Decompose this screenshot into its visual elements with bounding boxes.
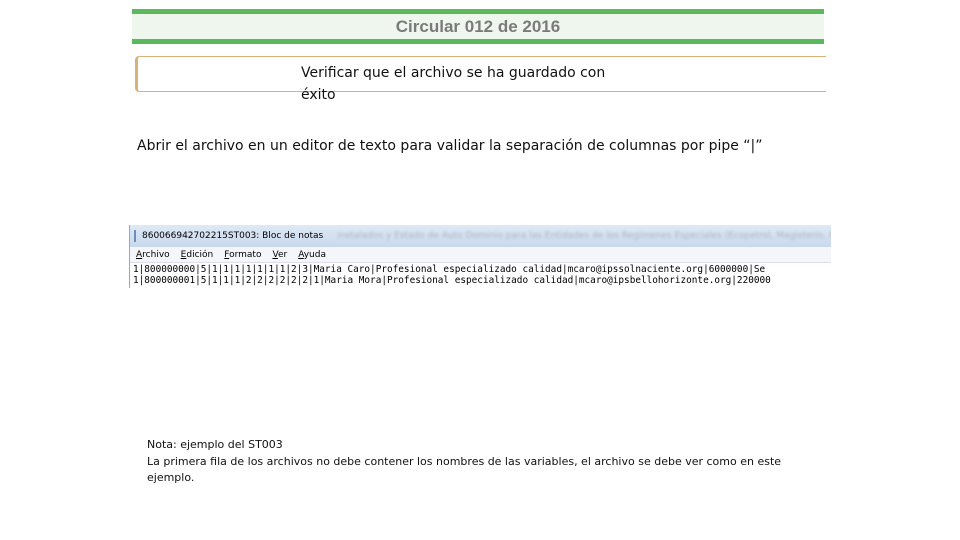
text-line: 1|800000001|5|1|1|1|2|2|2|2|2|2|1|Maria … xyxy=(133,274,771,286)
notepad-menubar: Archivo Edición Formato Ver Ayuda xyxy=(130,247,831,263)
notepad-screenshot: 860066942702215ST003: Bloc de notas inst… xyxy=(129,225,831,288)
page-title: Circular 012 de 2016 xyxy=(395,16,561,36)
notepad-text-area[interactable]: 1|800000000|5|1|1|1|1|1|1|1|2|3|Maria Ca… xyxy=(130,263,831,286)
header-banner: Circular 012 de 2016 xyxy=(132,9,824,44)
instruction-text: Abrir el archivo en un editor de texto p… xyxy=(137,138,763,154)
header-banner-inner: Circular 012 de 2016 xyxy=(132,14,824,39)
menu-ver[interactable]: Ver xyxy=(272,250,287,260)
menu-formato[interactable]: Formato xyxy=(224,250,261,260)
menu-archivo[interactable]: Archivo xyxy=(136,250,170,260)
note-body: La primera fila de los archivos no debe … xyxy=(147,454,782,485)
notepad-window-title: 860066942702215ST003: Bloc de notas xyxy=(142,231,324,241)
menu-edicion[interactable]: Edición xyxy=(181,250,214,260)
note-block: Nota: ejemplo del ST003 La primera fila … xyxy=(147,437,807,487)
step-text: Verificar que el archivo se ha guardado … xyxy=(301,65,606,103)
note-title: Nota: ejemplo del ST003 xyxy=(147,438,283,451)
text-line: 1|800000000|5|1|1|1|1|1|1|1|2|3|Maria Ca… xyxy=(133,264,766,275)
notepad-icon xyxy=(134,230,136,242)
menu-ayuda[interactable]: Ayuda xyxy=(298,250,326,260)
notepad-blurred-title: instalados y Estado de Auto Dominio para… xyxy=(337,231,831,241)
notepad-titlebar: 860066942702215ST003: Bloc de notas inst… xyxy=(130,225,831,247)
